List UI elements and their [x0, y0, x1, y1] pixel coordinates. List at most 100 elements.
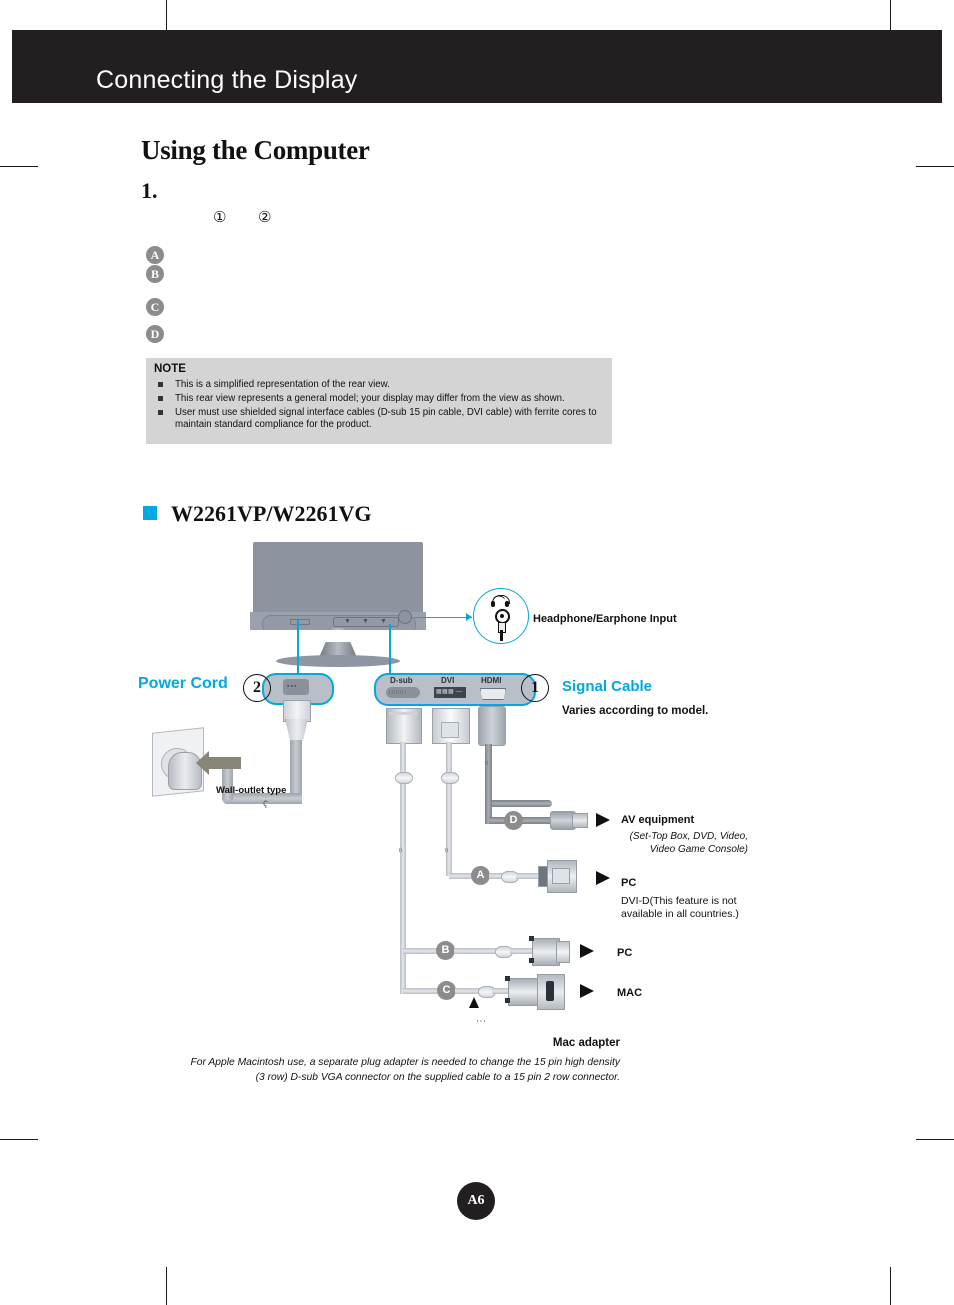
wall-outlet-type-label: Wall-outlet type — [216, 785, 287, 796]
headphone-earcup-right-icon — [505, 601, 509, 607]
page-number-badge: A6 — [457, 1182, 495, 1220]
device-note-pc-dvi: DVI-D(This feature is not available in al… — [621, 895, 739, 920]
port-dsub-pins-icon: ∷∷∷∷ — [389, 690, 407, 696]
monitor-stand-base — [276, 655, 400, 667]
power-plug-connector — [283, 700, 311, 722]
cable-badge-c: C — [437, 981, 456, 1000]
mac-adapter-pointer-arrow-icon — [469, 997, 479, 1008]
crop-mark-left-bottom — [0, 1139, 38, 1140]
mac-adapter-slot — [546, 981, 554, 1001]
crop-mark-right-top — [916, 166, 954, 167]
bullet-square-icon — [158, 396, 163, 401]
note-item: This is a simplified representation of t… — [154, 379, 604, 391]
mac-adapter-dotted-leader: ⋮ — [475, 1016, 486, 1027]
cable-hdmi-vertical — [485, 744, 492, 806]
monitor-base-mask — [250, 630, 426, 642]
arrow-to-pc-vga-icon — [580, 944, 594, 958]
cable-a-run3 — [516, 873, 540, 879]
cable-d-run3 — [523, 817, 551, 824]
port-dvi-pins-icon: ▦▦▦ — — [436, 689, 463, 695]
bullet-square-icon — [158, 410, 163, 415]
crop-mark-bottom-left — [166, 1267, 167, 1305]
cable-hdmi-horizontal — [488, 800, 552, 807]
leader-line-signal — [389, 624, 391, 674]
model-bullet-square-icon — [143, 506, 157, 520]
ferrite-core-dvi — [441, 772, 459, 784]
power-plug-taper — [285, 719, 308, 741]
audio-plug-cable-icon — [499, 630, 503, 641]
note-item: User must use shielded signal interface … — [154, 407, 604, 432]
monitor-power-button — [290, 619, 310, 625]
connector-dvi-detail — [441, 722, 459, 738]
connector-dsub-end-b-tip — [556, 941, 570, 963]
note-item-text: This rear view represents a general mode… — [175, 393, 565, 404]
note-item-text: User must use shielded signal interface … — [175, 407, 597, 431]
arrow-to-av-equipment-icon — [596, 813, 610, 827]
monitor-control-icon: ▼ — [344, 618, 351, 625]
signal-cable-label: Signal Cable — [562, 678, 653, 695]
headphone-callout-line — [414, 617, 472, 619]
port-label-dsub: D-sub — [390, 676, 413, 685]
step-number: 1. — [141, 178, 158, 203]
cable-badge-b: B — [436, 941, 455, 960]
note-title: NOTE — [154, 363, 186, 375]
device-label-pc-vga: PC — [617, 947, 633, 959]
device-label-mac: MAC — [617, 987, 643, 999]
badge-b: B — [146, 265, 164, 283]
connector-screw-icon — [505, 998, 510, 1003]
arrow-to-pc-dvi-icon — [596, 871, 610, 885]
bullet-square-icon — [158, 382, 163, 387]
insert-direction-arrow-head-icon — [196, 751, 209, 775]
monitor-control-icon: ▼ — [362, 618, 369, 625]
power-port-pins-icon: ▪▪▪ — [287, 683, 298, 690]
circled-number-2: ② — [258, 208, 272, 226]
cable-badge-a: A — [471, 866, 490, 885]
power-cord-vertical — [290, 740, 302, 798]
connector-dsub-end-c — [508, 978, 540, 1006]
arrow-to-mac-icon — [580, 984, 594, 998]
connector-screw-icon — [505, 976, 510, 981]
cable-c-run — [403, 988, 441, 994]
crop-mark-right-bottom — [916, 1139, 954, 1140]
badge-a: A — [146, 246, 164, 264]
connector-screw-icon — [529, 936, 534, 941]
badge-d: D — [146, 325, 164, 343]
device-note-av-equipment: (Set-Top Box, DVD, Video, Video Game Cons… — [629, 831, 748, 855]
port-label-hdmi: HDMI — [481, 676, 502, 685]
connector-hdmi-head — [478, 706, 506, 746]
connector-hdmi-end-tip — [572, 813, 588, 828]
connector-dsub-detail — [389, 712, 417, 715]
port-hdmi — [480, 688, 506, 700]
mac-adapter-title: Mac adapter — [552, 1037, 620, 1049]
badge-c: C — [146, 298, 164, 316]
section-title: Using the Computer — [141, 135, 370, 165]
cable-dvi-vertical — [446, 742, 452, 876]
signal-cable-sublabel: Varies according to model. — [562, 705, 709, 717]
cable-badge-d: D — [504, 811, 523, 830]
connector-screw-icon — [529, 958, 534, 963]
circled-number-1: ① — [213, 208, 227, 226]
crop-mark-bottom-right — [890, 1267, 891, 1305]
connector-dvi-end-detail — [552, 868, 570, 884]
headphone-callout-circle: ⌒ — [473, 588, 529, 644]
leader-line-power — [297, 620, 299, 674]
cable-b-run3 — [510, 948, 534, 954]
port-label-dvi: DVI — [441, 676, 455, 685]
monitor-headphone-jack — [398, 610, 412, 624]
mac-adapter-caption: For Apple Macintosh use, a separate plug… — [190, 1057, 620, 1083]
ferrite-core-dsub — [395, 772, 413, 784]
model-name: W2261VP/W2261VG — [171, 501, 372, 526]
note-item-text: This is a simplified representation of t… — [175, 379, 390, 390]
headphone-earcup-left-icon — [491, 601, 495, 607]
crop-mark-left-top — [0, 166, 38, 167]
device-label-pc-dvi: PC — [621, 877, 637, 889]
note-item: This rear view represents a general mode… — [154, 393, 604, 405]
power-cord-label: Power Cord — [138, 675, 228, 692]
note-box: NOTE This is a simplified representation… — [146, 358, 612, 444]
callout-number-power: 2 — [243, 674, 271, 702]
page-title: Connecting the Display — [96, 66, 358, 94]
headphone-callout-label: Headphone/Earphone Input — [533, 613, 677, 625]
insert-direction-arrow-icon — [207, 757, 241, 769]
monitor-control-icon: ▼ — [380, 618, 387, 625]
cable-break-symbol: ʕ — [263, 800, 268, 811]
